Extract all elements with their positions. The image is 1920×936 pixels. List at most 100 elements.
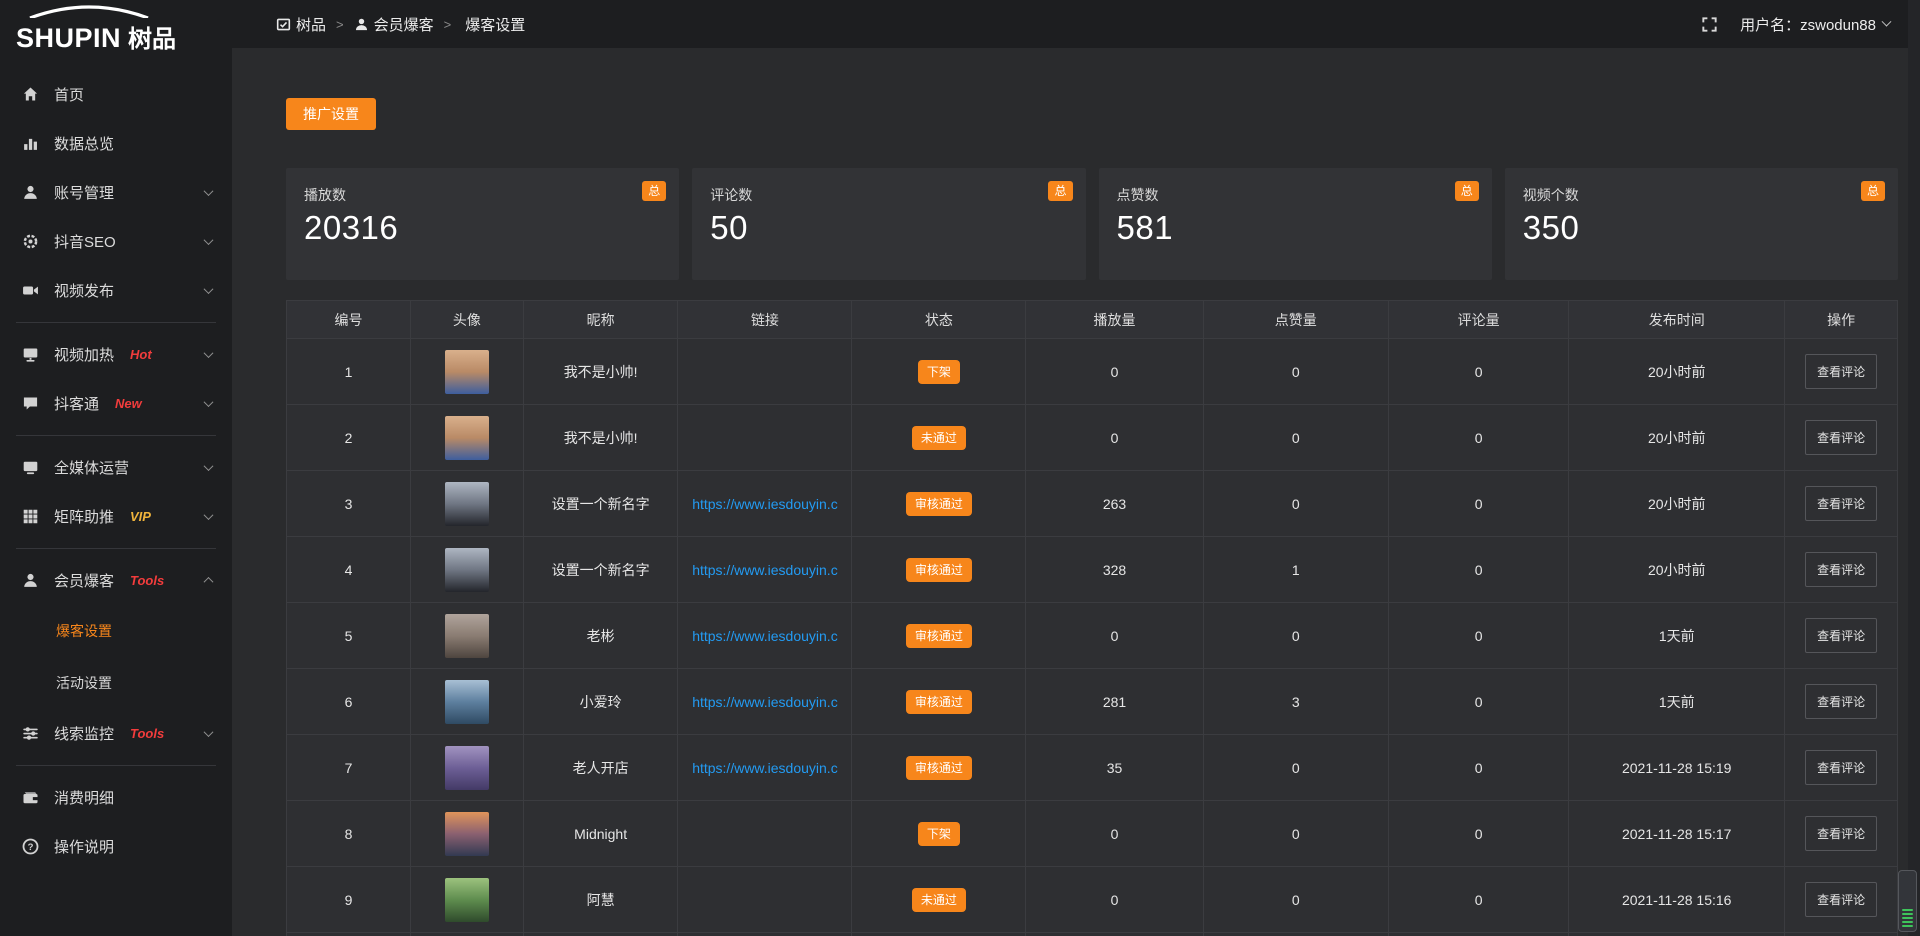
sidebar-item-member-baoke[interactable]: 会员爆客 Tools	[0, 556, 232, 605]
status-tag[interactable]: 审核通过	[906, 558, 972, 582]
total-badge: 总	[1048, 181, 1072, 201]
avatar-cell	[411, 339, 524, 405]
sidebar-item-badge: Tools	[130, 726, 164, 741]
bar-chart-icon	[22, 135, 39, 152]
table-row: 7老人开店https://www.iesdouyin.c审核通过35002021…	[287, 735, 1898, 801]
sidebar-item-douketong[interactable]: 抖客通New	[0, 379, 232, 428]
total-badge: 总	[1455, 181, 1479, 201]
status-tag[interactable]: 审核通过	[906, 624, 972, 648]
fullscreen-icon[interactable]	[1701, 16, 1718, 33]
plays-count: 35	[1026, 735, 1203, 801]
link-cell: https://www.iesdouyin.c	[678, 603, 852, 669]
status-tag[interactable]: 下架	[918, 360, 960, 384]
sidebar-item-label: 视频发布	[54, 280, 114, 301]
chevron-down-icon	[204, 727, 214, 737]
table-row: 6小爱玲https://www.iesdouyin.c审核通过281301天前查…	[287, 669, 1898, 735]
nickname: 我不是小帅!	[523, 339, 678, 405]
action-cell: 查看评论	[1785, 735, 1898, 801]
view-comments-button[interactable]: 查看评论	[1805, 882, 1877, 917]
sidebar-item-matrix-boost[interactable]: 矩阵助推VIP	[0, 492, 232, 541]
table-row	[287, 933, 1898, 936]
video-link[interactable]: https://www.iesdouyin.c	[692, 760, 838, 776]
view-comments-button[interactable]: 查看评论	[1805, 684, 1877, 719]
table-row: 8Midnight下架0002021-11-28 15:17查看评论	[287, 801, 1898, 867]
sidebar-item-clue-monitor[interactable]: 线索监控Tools	[0, 709, 232, 758]
avatar	[445, 350, 489, 394]
view-comments-button[interactable]: 查看评论	[1805, 750, 1877, 785]
stat-card-comments: 评论数50总	[692, 168, 1085, 280]
status-tag[interactable]: 审核通过	[906, 492, 972, 516]
sidebar-item-video-heating[interactable]: 视频加热Hot	[0, 330, 232, 379]
plays-count: 0	[1026, 405, 1203, 471]
video-link[interactable]: https://www.iesdouyin.c	[692, 496, 838, 512]
status-tag[interactable]: 未通过	[912, 426, 966, 450]
status-cell: 审核通过	[852, 669, 1026, 735]
grid-icon	[22, 508, 39, 525]
scrollbar[interactable]	[1908, 0, 1920, 936]
table-row: 5老彬https://www.iesdouyin.c审核通过0001天前查看评论	[287, 603, 1898, 669]
plays-count: 0	[1026, 603, 1203, 669]
logo-text-cn: 树品	[128, 27, 176, 52]
row-number: 6	[287, 669, 411, 735]
comments-count: 0	[1388, 537, 1568, 603]
table-row: 1我不是小帅!下架00020小时前查看评论	[287, 339, 1898, 405]
stat-card-plays: 播放数20316总	[286, 168, 679, 280]
plays-count: 281	[1026, 669, 1203, 735]
video-link[interactable]: https://www.iesdouyin.c	[692, 694, 838, 710]
floating-widget[interactable]	[1898, 870, 1917, 932]
sidebar-item-douyin-seo[interactable]: 抖音SEO	[0, 217, 232, 266]
plays-count	[1026, 933, 1203, 936]
publish-time: 1天前	[1569, 603, 1785, 669]
action-cell: 查看评论	[1785, 537, 1898, 603]
main-area: 树品>会员爆客>爆客设置 用户名：zswodun88 推广设置 播放数20316…	[232, 0, 1920, 936]
status-tag[interactable]: 审核通过	[906, 690, 972, 714]
row-number: 8	[287, 801, 411, 867]
stat-card-likes: 点赞数581总	[1099, 168, 1492, 280]
comments-count: 0	[1388, 471, 1568, 537]
sidebar-item-media-operation[interactable]: 全媒体运营	[0, 443, 232, 492]
likes-count: 0	[1203, 801, 1388, 867]
sidebar-item-video-publish[interactable]: 视频发布	[0, 266, 232, 315]
sidebar-item-consume-detail[interactable]: 消费明细	[0, 773, 232, 822]
gear-icon	[22, 233, 39, 250]
view-comments-button[interactable]: 查看评论	[1805, 816, 1877, 851]
video-link[interactable]: https://www.iesdouyin.c	[692, 628, 838, 644]
stat-card-value: 581	[1117, 209, 1476, 247]
breadcrumb-item[interactable]: 树品	[296, 14, 326, 35]
publish-time	[1569, 933, 1785, 936]
topbar-right: 用户名：zswodun88	[1701, 14, 1890, 35]
status-tag[interactable]: 未通过	[912, 888, 966, 912]
sidebar-item-account-manage[interactable]: 账号管理	[0, 168, 232, 217]
video-link[interactable]: https://www.iesdouyin.c	[692, 562, 838, 578]
sidebar-subitem-baoke-settings[interactable]: 爆客设置	[0, 605, 232, 657]
sidebar-item-operation-guide[interactable]: ?操作说明	[0, 822, 232, 871]
sidebar-item-label: 会员爆客	[54, 570, 114, 591]
username[interactable]: 用户名：zswodun88	[1740, 14, 1876, 35]
sidebar-item-badge: Tools	[130, 573, 164, 588]
view-comments-button[interactable]: 查看评论	[1805, 618, 1877, 653]
avatar	[445, 680, 489, 724]
view-comments-button[interactable]: 查看评论	[1805, 420, 1877, 455]
sidebar-item-home[interactable]: 首页	[0, 70, 232, 119]
sidebar-item-data-overview[interactable]: 数据总览	[0, 119, 232, 168]
column-header: 播放量	[1026, 301, 1203, 339]
publish-time: 2021-11-28 15:19	[1569, 735, 1785, 801]
status-tag[interactable]: 下架	[918, 822, 960, 846]
logo[interactable]: SHUPIN 树品	[0, 0, 232, 56]
sidebar-item-label: 首页	[54, 84, 84, 105]
sliders-icon	[22, 725, 39, 742]
view-comments-button[interactable]: 查看评论	[1805, 552, 1877, 587]
breadcrumb-item[interactable]: 会员爆客	[374, 14, 434, 35]
view-comments-button[interactable]: 查看评论	[1805, 354, 1877, 389]
chevron-down-icon	[204, 461, 214, 471]
action-cell: 查看评论	[1785, 867, 1898, 933]
sidebar-item-label: 操作说明	[54, 836, 114, 857]
status-tag[interactable]: 审核通过	[906, 756, 972, 780]
monitor-icon	[22, 346, 39, 363]
view-comments-button[interactable]: 查看评论	[1805, 486, 1877, 521]
sidebar-subitem-activity-settings[interactable]: 活动设置	[0, 657, 232, 709]
likes-count: 3	[1203, 669, 1388, 735]
breadcrumb-item[interactable]: 爆客设置	[465, 14, 525, 35]
link-cell	[678, 801, 852, 867]
promo-settings-button[interactable]: 推广设置	[286, 98, 376, 130]
